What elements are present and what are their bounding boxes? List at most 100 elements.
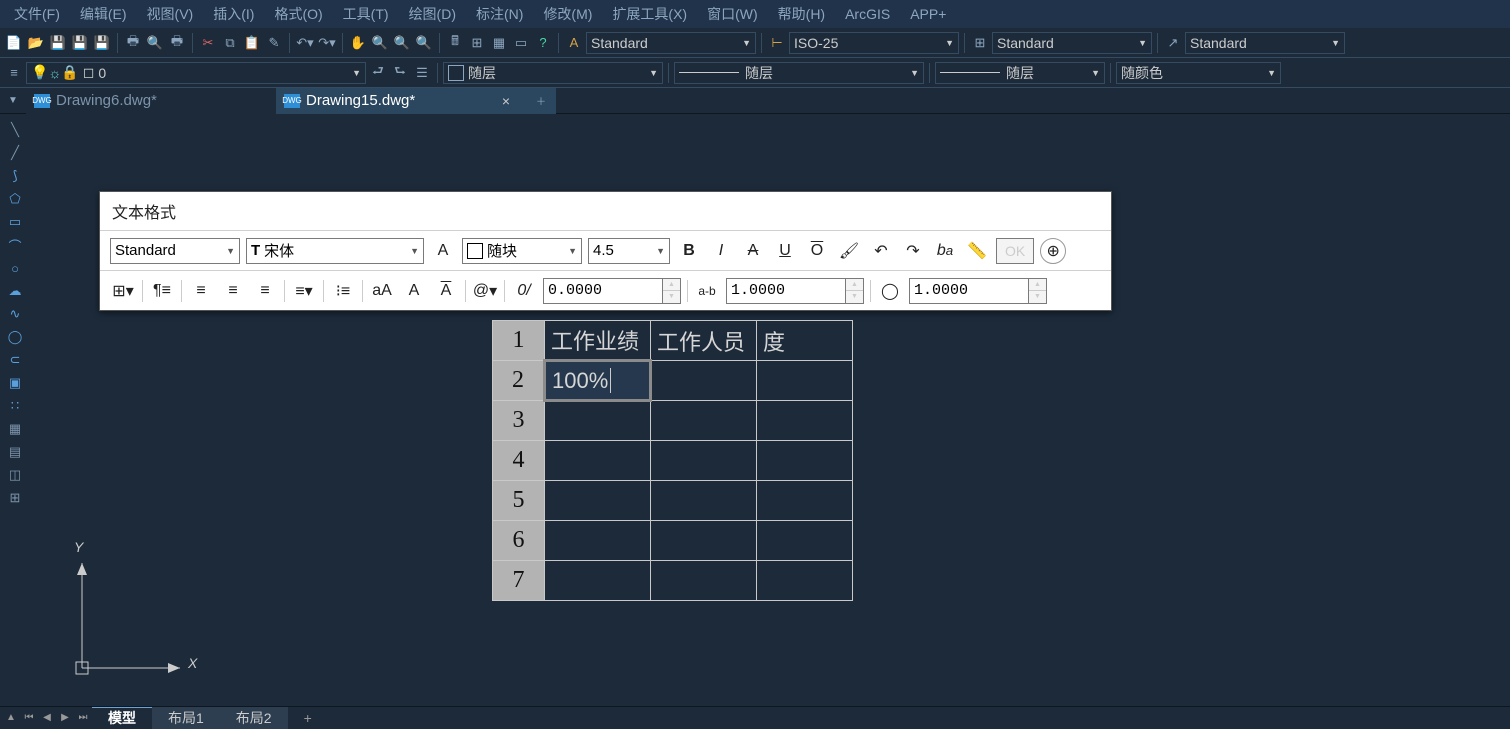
table-header-cell[interactable]: 工作业绩 [545, 321, 651, 361]
uppercase-icon[interactable]: aA [369, 278, 395, 304]
row-header[interactable]: 1 [493, 321, 545, 361]
ok-button[interactable]: OK [996, 238, 1034, 264]
doc-tab-active[interactable]: DWG Drawing15.dwg* × [276, 88, 526, 114]
polygon-icon[interactable]: ⬠ [5, 189, 25, 209]
gradient-icon[interactable]: ▤ [5, 442, 25, 462]
underline-button[interactable]: U [772, 238, 798, 264]
arc2-icon[interactable]: ⌒ [5, 235, 25, 255]
zoom-icon[interactable]: 🔍 [370, 33, 390, 53]
rectangle-icon[interactable]: ▭ [5, 212, 25, 232]
table-cell[interactable] [545, 401, 651, 441]
calc-icon[interactable]: 🖩 [445, 33, 465, 53]
table2-icon[interactable]: ⊞ [5, 488, 25, 508]
layout-tab-2[interactable]: 布局2 [220, 707, 288, 729]
strike-button[interactable]: A [740, 238, 766, 264]
table-cell[interactable] [651, 521, 757, 561]
xline-icon[interactable]: ╱ [5, 143, 25, 163]
spin-down-icon[interactable]: ▼ [846, 291, 863, 303]
row-header[interactable]: 6 [493, 521, 545, 561]
table-cell[interactable] [757, 521, 853, 561]
drawing-canvas[interactable]: X Y 1 工作业绩 工作人员 度 2 100% 3 4 5 6 7 [30, 114, 1510, 706]
table-cell[interactable] [651, 441, 757, 481]
properties-icon[interactable]: ▦ [489, 33, 509, 53]
options-icon[interactable]: ⊕ [1040, 238, 1066, 264]
help-icon[interactable]: ? [533, 33, 553, 53]
zoomwindow-icon[interactable]: 🔍 [392, 33, 412, 53]
menu-file[interactable]: 文件(F) [6, 2, 68, 26]
align-right-icon[interactable]: ≡ [252, 278, 278, 304]
hatch-icon[interactable]: ▦ [5, 419, 25, 439]
table-icon[interactable]: ⊞ [467, 33, 487, 53]
tab-dropdown-button[interactable]: ▼ [0, 88, 26, 114]
new-icon[interactable]: 📄 [4, 33, 24, 53]
undo-icon[interactable]: ↶▾ [295, 33, 315, 53]
region-icon[interactable]: ◫ [5, 465, 25, 485]
table-cell[interactable] [651, 401, 757, 441]
line-icon[interactable]: ╲ [5, 120, 25, 140]
tab-last-icon[interactable]: ⏭ [74, 712, 92, 723]
menu-format[interactable]: 格式(O) [266, 2, 330, 26]
paste-icon[interactable]: 📋 [242, 33, 262, 53]
menu-extension[interactable]: 扩展工具(X) [604, 2, 695, 26]
publish-icon[interactable]: 🖶 [167, 33, 187, 53]
width-factor-icon[interactable]: a-b [694, 278, 720, 304]
table-cell[interactable] [757, 441, 853, 481]
vec-a-icon[interactable]: A [433, 278, 459, 304]
table-cell[interactable] [757, 561, 853, 601]
layout-tab-1[interactable]: 布局1 [152, 707, 220, 729]
table-cell[interactable] [545, 521, 651, 561]
bold-button[interactable]: B [676, 238, 702, 264]
table-cell[interactable] [651, 361, 757, 401]
dimstyle-icon[interactable]: ⊢ [767, 33, 787, 53]
plotstyle-combo[interactable]: 随颜色▼ [1116, 62, 1281, 84]
copy-icon[interactable]: ⧉ [220, 33, 240, 53]
text-style-select[interactable]: Standard▼ [110, 238, 240, 264]
point-icon[interactable]: ∷ [5, 396, 25, 416]
save-icon[interactable]: 💾 [48, 33, 68, 53]
circle-icon[interactable]: ○ [5, 258, 25, 278]
zoomprev-icon[interactable]: 🔍 [414, 33, 434, 53]
pan-icon[interactable]: ✋ [348, 33, 368, 53]
table-cell[interactable] [757, 481, 853, 521]
table-header-cell[interactable]: 工作人员 [651, 321, 757, 361]
width-spinner[interactable]: ▲▼ [726, 278, 864, 304]
symbol-icon[interactable]: @▾ [472, 278, 498, 304]
layout-tab-model[interactable]: 模型 [92, 707, 152, 729]
stack-button[interactable]: ba [932, 238, 958, 264]
new-tab-button[interactable]: ＋ [526, 88, 556, 114]
layerprev-icon[interactable]: ⮐ [368, 63, 388, 83]
layer-combo[interactable]: 💡 ☼ 🔒 ◻ 0 ▼ [26, 62, 366, 84]
tracking-spinner[interactable]: ▲▼ [543, 278, 681, 304]
menu-help[interactable]: 帮助(H) [770, 2, 833, 26]
arc-icon[interactable]: ⟆ [5, 166, 25, 186]
menu-dimension[interactable]: 标注(N) [468, 2, 531, 26]
window2-icon[interactable]: ▭ [511, 33, 531, 53]
row-header[interactable]: 7 [493, 561, 545, 601]
highlight-icon[interactable]: 🖌 [836, 238, 862, 264]
tab-next-icon[interactable]: ▶ [56, 712, 74, 723]
table-cell[interactable] [545, 561, 651, 601]
menu-appplus[interactable]: APP+ [902, 4, 954, 24]
block-icon[interactable]: ▣ [5, 373, 25, 393]
redo-icon[interactable]: ↷▾ [317, 33, 337, 53]
table-cell[interactable] [757, 401, 853, 441]
cad-table[interactable]: 1 工作业绩 工作人员 度 2 100% 3 4 5 6 7 [492, 320, 853, 601]
spin-up-icon[interactable]: ▲ [1029, 279, 1046, 292]
revcloud-icon[interactable]: ☁ [5, 281, 25, 301]
spinner-buttons[interactable]: ▲▼ [846, 278, 864, 304]
open-icon[interactable]: 📂 [26, 33, 46, 53]
menu-modify[interactable]: 修改(M) [535, 2, 600, 26]
row-header[interactable]: 2 [493, 361, 545, 401]
table-cell[interactable] [545, 441, 651, 481]
spin-down-icon[interactable]: ▼ [1029, 291, 1046, 303]
oblique-angle-icon[interactable]: ◯ [877, 278, 903, 304]
lineweight-combo[interactable]: 随层▼ [935, 62, 1105, 84]
layerstates-icon[interactable]: ☰ [412, 63, 432, 83]
tablestyle-icon[interactable]: ⊞ [970, 33, 990, 53]
menu-tools[interactable]: 工具(T) [335, 2, 397, 26]
height-select[interactable]: 4.5▼ [588, 238, 670, 264]
row-header[interactable]: 3 [493, 401, 545, 441]
ruler-icon[interactable]: 📏 [964, 238, 990, 264]
table-cell[interactable] [545, 481, 651, 521]
layermatch-icon[interactable]: ⮑ [390, 63, 410, 83]
